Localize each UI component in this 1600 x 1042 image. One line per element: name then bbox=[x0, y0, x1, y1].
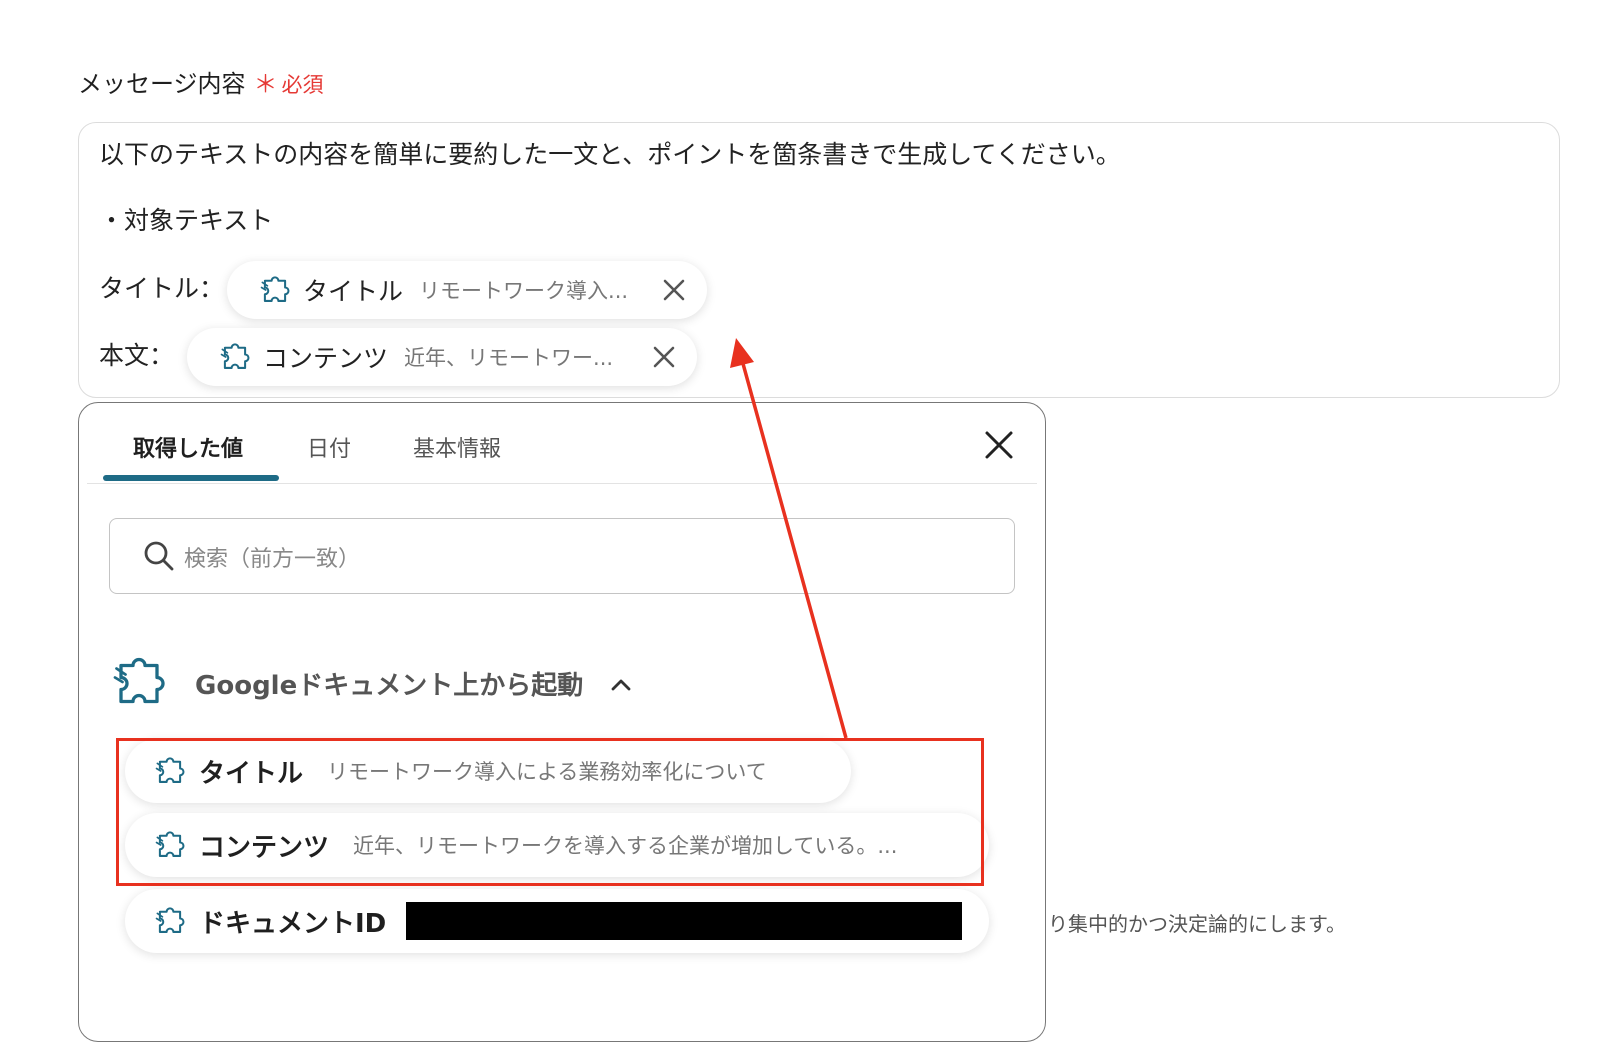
puzzle-icon bbox=[113, 657, 165, 704]
redacted-value bbox=[406, 902, 963, 940]
close-icon[interactable] bbox=[659, 275, 689, 305]
search-icon bbox=[144, 541, 174, 571]
highlight-box bbox=[116, 738, 984, 886]
tab-acquired-values[interactable]: 取得した値 bbox=[133, 431, 243, 463]
search-input[interactable]: 検索（前方一致） bbox=[109, 518, 1015, 594]
chevron-up-icon[interactable] bbox=[609, 673, 633, 697]
required-text: 必須 bbox=[281, 73, 324, 97]
background-help-text: り集中的かつ決定論的にします。 bbox=[1048, 912, 1346, 936]
item-name: ドキュメントID bbox=[199, 908, 387, 939]
required-star: ＊ bbox=[253, 70, 278, 98]
field-label-text: メッセージ内容 bbox=[78, 70, 246, 98]
body-prefix: 本文： bbox=[99, 341, 175, 370]
message-line-1: 以下のテキストの内容を簡単に要約した一文と、ポイントを箇条書きで生成してください… bbox=[99, 140, 1121, 169]
puzzle-icon bbox=[255, 271, 295, 309]
search-placeholder: 検索（前方一致） bbox=[184, 547, 361, 572]
message-textarea[interactable]: 以下のテキストの内容を簡単に要約した一文と、ポイントを箇条書きで生成してください… bbox=[78, 122, 1560, 398]
chip-name: タイトル bbox=[303, 277, 404, 306]
tab-basic-info[interactable]: 基本情報 bbox=[413, 431, 501, 463]
variable-picker-popup: 取得した値 日付 基本情報 検索（前方一致） Googleドキュメント上から起動… bbox=[78, 402, 1046, 1042]
tab-date[interactable]: 日付 bbox=[307, 431, 351, 463]
variable-chip-title[interactable]: タイトル リモートワーク導入... bbox=[227, 261, 707, 319]
message-line-2: ・対象テキスト bbox=[99, 206, 274, 235]
variable-chip-body[interactable]: コンテンツ 近年、リモートワー... bbox=[187, 328, 697, 386]
close-icon[interactable] bbox=[649, 342, 679, 372]
group-header[interactable]: Googleドキュメント上から起動 bbox=[109, 653, 809, 713]
chip-value: リモートワーク導入... bbox=[419, 279, 629, 303]
chip-name: コンテンツ bbox=[263, 344, 389, 373]
puzzle-icon bbox=[153, 902, 193, 940]
title-prefix: タイトル： bbox=[99, 274, 225, 303]
tab-divider bbox=[87, 483, 1037, 484]
active-tab-indicator bbox=[103, 475, 279, 481]
chip-value: 近年、リモートワー... bbox=[404, 346, 614, 370]
close-icon[interactable] bbox=[981, 427, 1017, 463]
group-label: Googleドキュメント上から起動 bbox=[195, 671, 584, 701]
field-label: メッセージ内容＊必須 bbox=[78, 64, 324, 99]
puzzle-icon bbox=[215, 338, 255, 376]
list-item-document-id[interactable]: ドキュメントID bbox=[125, 889, 989, 953]
